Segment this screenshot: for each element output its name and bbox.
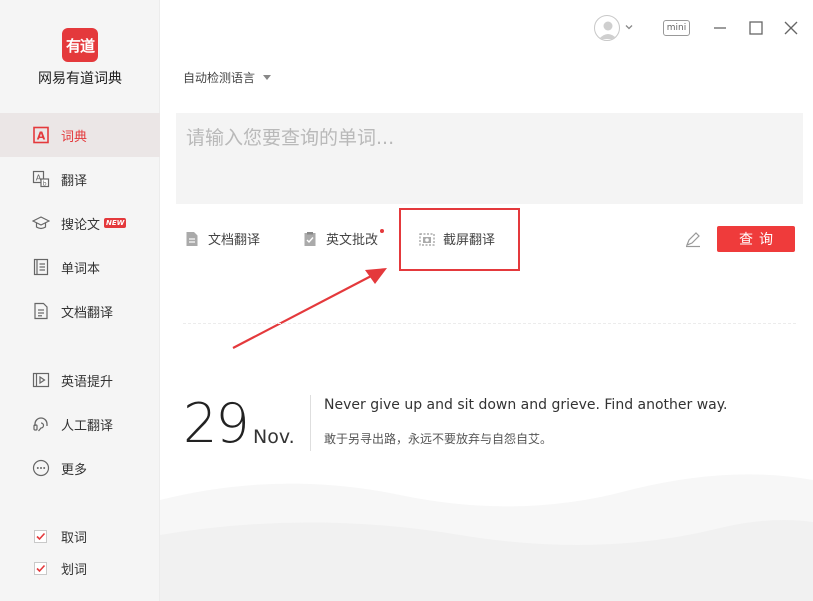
document-icon xyxy=(32,302,50,320)
divider xyxy=(183,323,796,324)
video-icon xyxy=(32,371,50,389)
headset-icon xyxy=(32,415,50,433)
sidebar-item-label: 英语提升 xyxy=(61,374,114,390)
sidebar-item-translate[interactable]: Ab 翻译 xyxy=(0,157,160,201)
sidebar-item-label: 单词本 xyxy=(61,261,101,277)
new-badge: NEW xyxy=(104,218,127,228)
sidebar: 有道 网易有道词典 A 词典 Ab 翻译 搜论文 NEW 单词本 文档翻译 英语… xyxy=(0,0,160,601)
wordbook-icon xyxy=(32,258,50,276)
maximize-icon[interactable] xyxy=(748,20,764,36)
query-button[interactable]: 查询 xyxy=(717,226,795,252)
essay-grading-label: 英文批改 xyxy=(326,233,379,248)
sidebar-item-more[interactable]: 更多 xyxy=(0,446,160,490)
sidebar-item-label: 词典 xyxy=(61,129,88,145)
document-icon xyxy=(186,231,198,246)
word-capture-checkbox[interactable] xyxy=(34,530,47,543)
sidebar-item-label: 搜论文 xyxy=(61,217,101,233)
minimize-icon[interactable] xyxy=(712,20,728,36)
app-logo: 有道 xyxy=(62,28,98,62)
doc-translate-button[interactable]: 文档翻译 xyxy=(184,229,260,248)
sidebar-item-human-translate[interactable]: 人工翻译 xyxy=(0,402,160,446)
sidebar-item-label: 翻译 xyxy=(61,173,88,189)
sidebar-item-english-improve[interactable]: 英语提升 xyxy=(0,358,160,402)
caret-down-icon xyxy=(263,75,272,80)
graduation-cap-icon xyxy=(32,214,50,232)
selection-translate-checkbox[interactable] xyxy=(34,562,47,575)
sidebar-item-label: 人工翻译 xyxy=(61,418,114,434)
sidebar-item-label: 文档翻译 xyxy=(61,305,114,321)
sidebar-item-doc-translate[interactable]: 文档翻译 xyxy=(0,289,160,333)
mini-mode-button[interactable]: mini xyxy=(663,20,690,36)
query-box xyxy=(176,113,803,204)
chevron-down-icon[interactable] xyxy=(624,22,634,32)
essay-grading-button[interactable]: 英文批改 xyxy=(302,229,378,248)
sidebar-item-wordbook[interactable]: 单词本 xyxy=(0,245,160,289)
notification-dot xyxy=(380,229,384,233)
close-icon[interactable] xyxy=(783,20,799,36)
language-select[interactable]: 自动检测语言 xyxy=(183,69,272,86)
app-name: 网易有道词典 xyxy=(38,71,122,87)
annotation-arrow-icon xyxy=(232,268,387,349)
svg-text:A: A xyxy=(37,130,46,143)
user-avatar[interactable] xyxy=(594,15,620,41)
selection-translate-label: 划词 xyxy=(61,563,88,578)
more-icon xyxy=(32,459,50,477)
sidebar-item-label: 更多 xyxy=(61,462,88,478)
sidebar-item-dictionary[interactable]: A 词典 xyxy=(0,113,160,157)
highlight-box xyxy=(399,208,520,271)
word-capture-label: 取词 xyxy=(61,531,88,546)
clipboard-check-icon xyxy=(304,231,316,246)
dictionary-icon: A xyxy=(32,126,50,144)
language-select-label: 自动检测语言 xyxy=(183,71,256,85)
sidebar-item-papers[interactable]: 搜论文 NEW xyxy=(0,201,160,245)
svg-text:b: b xyxy=(43,181,47,188)
selection-translate-toggle[interactable]: 划词 xyxy=(34,559,87,578)
daily-sentence-en: Never give up and sit down and grieve. F… xyxy=(324,397,728,413)
background-landscape xyxy=(160,474,813,601)
handwriting-icon[interactable] xyxy=(684,230,702,248)
query-input[interactable] xyxy=(186,123,793,194)
user-icon xyxy=(599,21,617,39)
translate-icon: Ab xyxy=(32,170,50,188)
word-capture-toggle[interactable]: 取词 xyxy=(34,527,87,546)
doc-translate-label: 文档翻译 xyxy=(208,233,261,248)
